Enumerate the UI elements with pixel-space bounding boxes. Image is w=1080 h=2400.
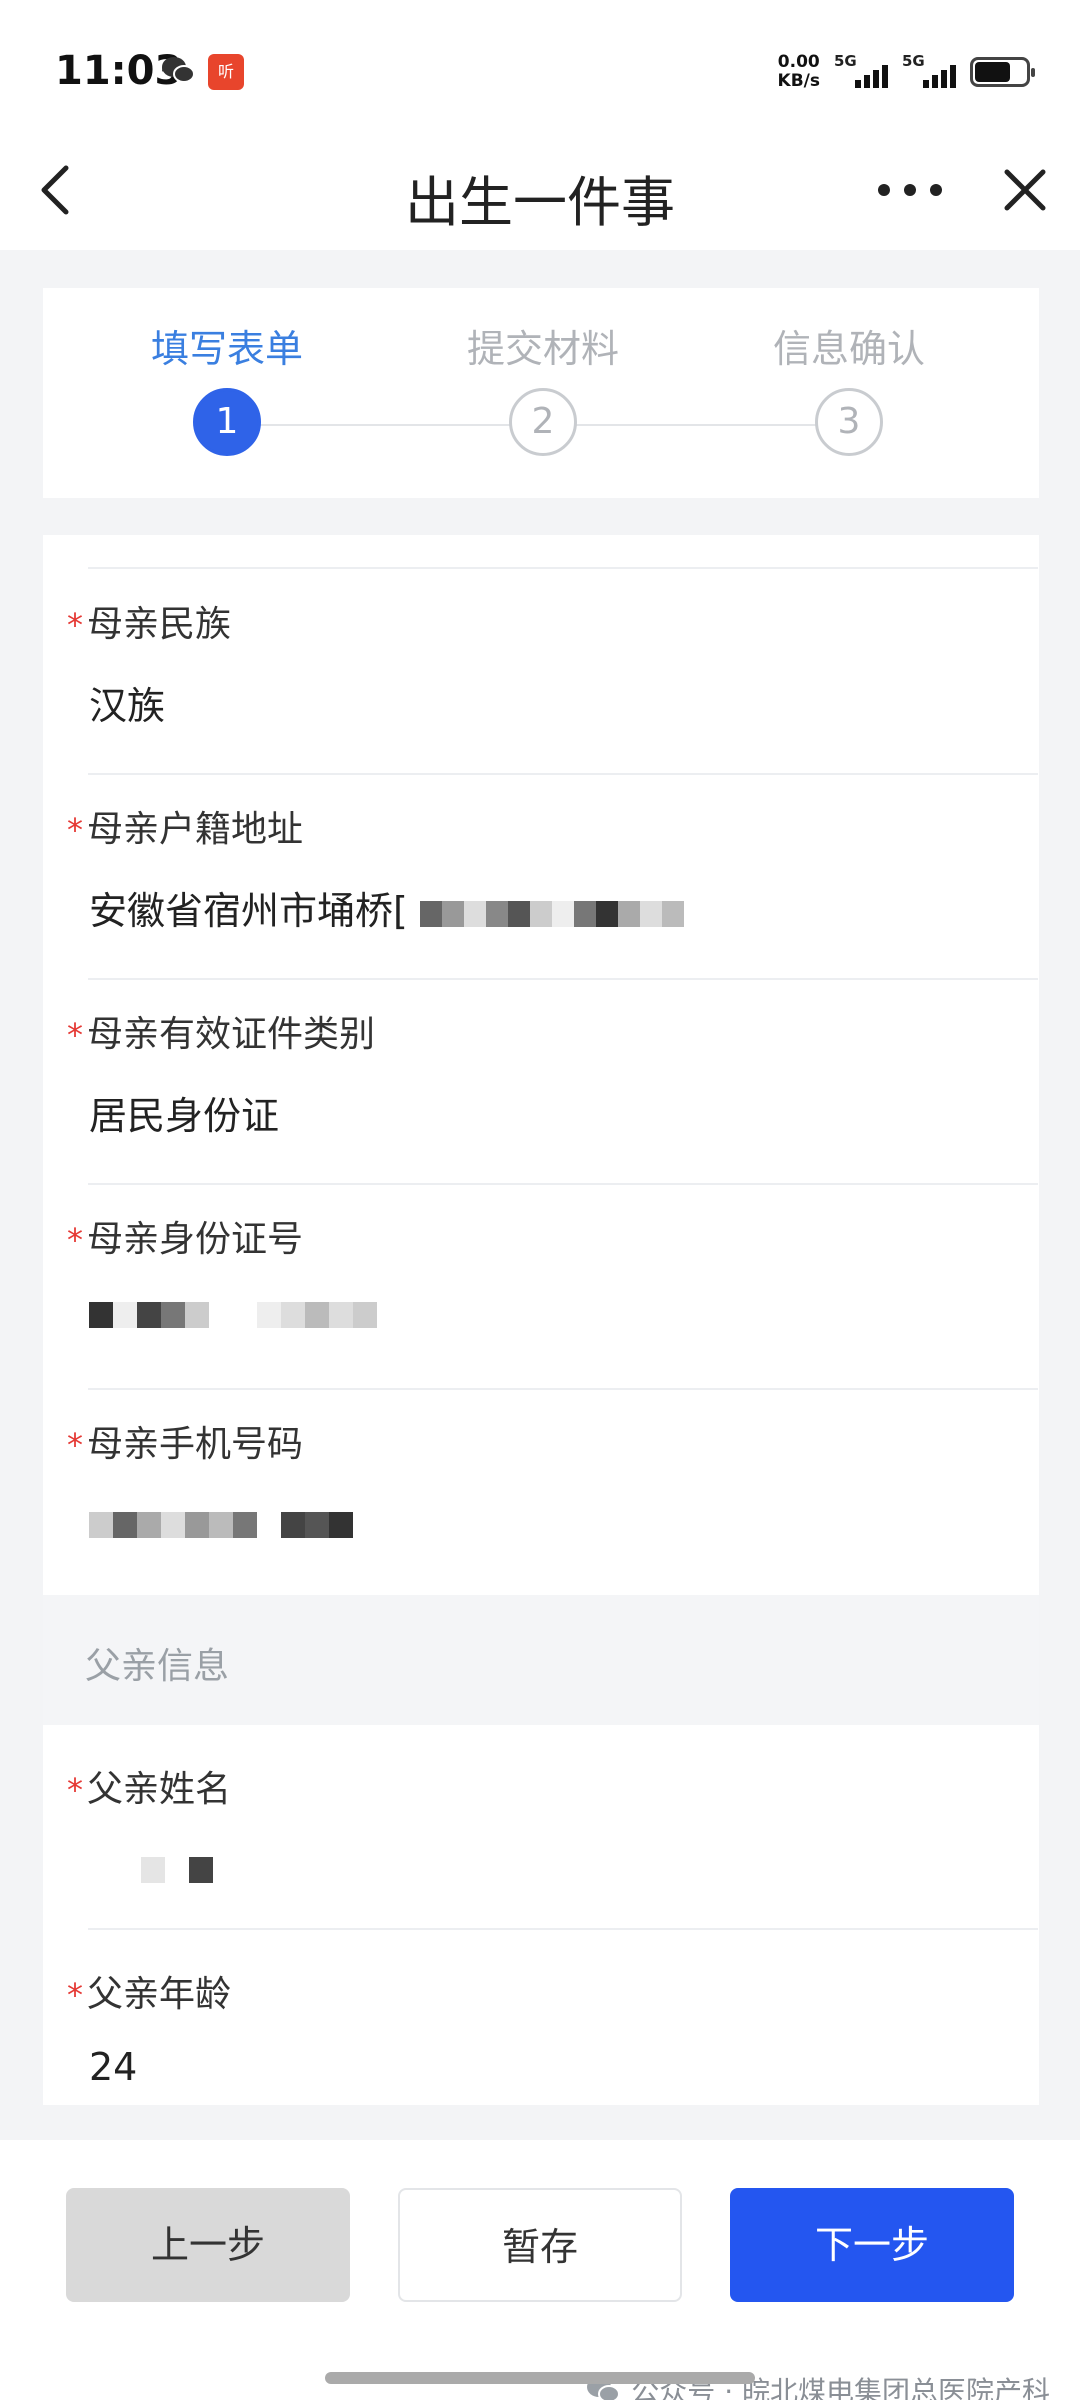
required-mark: * bbox=[67, 1426, 83, 1464]
status-indicators: 0.00 KB/s 5G 5G bbox=[777, 52, 1035, 92]
field-value: 安徽省宿州市埇桥[ bbox=[89, 889, 408, 933]
field-father-age[interactable]: * 父亲年龄 24 bbox=[43, 1965, 1039, 2105]
field-label: 母亲有效证件类别 bbox=[87, 1014, 376, 1055]
bottom-action-bar: 上一步 暂存 下一步 公众号 · 皖北煤电集团总医院产科 bbox=[0, 2140, 1080, 2400]
field-value: 汉族 bbox=[89, 684, 166, 728]
step-number: 1 bbox=[193, 388, 261, 456]
divider bbox=[88, 567, 1038, 569]
field-label: 母亲手机号码 bbox=[87, 1424, 304, 1465]
required-mark: * bbox=[67, 811, 83, 849]
form-card: * 母亲民族 汉族 * 母亲户籍地址 安徽省宿州市埇桥[ * 母亲有效证件类别 居民身… bbox=[43, 535, 1039, 2105]
section-header-father: 父亲信息 bbox=[43, 1595, 1039, 1725]
field-mother-phone[interactable]: * 母亲手机号码 bbox=[43, 1415, 1039, 1555]
step-fill-form: 填写表单 1 bbox=[107, 318, 347, 456]
field-value: 居民身份证 bbox=[89, 1094, 280, 1138]
close-icon[interactable] bbox=[995, 160, 1055, 220]
app-notification-icon: 听 bbox=[208, 54, 244, 90]
redacted-mosaic bbox=[419, 892, 684, 936]
next-step-button[interactable]: 下一步 bbox=[730, 2188, 1014, 2302]
network-speed: 0.00 KB/s bbox=[777, 52, 820, 91]
steps-progress: 填写表单 1 提交材料 2 信息确认 3 bbox=[43, 288, 1039, 498]
required-mark: * bbox=[67, 1016, 83, 1054]
home-indicator[interactable] bbox=[325, 2372, 755, 2384]
field-label: 母亲身份证号 bbox=[87, 1219, 304, 1260]
wechat-icon bbox=[162, 57, 195, 83]
field-label: 父亲年龄 bbox=[87, 1974, 232, 2015]
divider bbox=[88, 978, 1038, 980]
section-title: 父亲信息 bbox=[85, 1646, 230, 1687]
divider bbox=[88, 773, 1038, 775]
signal-5g-icon: 5G bbox=[834, 52, 888, 92]
redacted-mosaic bbox=[89, 1503, 353, 1547]
step-confirm-info: 信息确认 3 bbox=[729, 318, 969, 456]
more-icon[interactable] bbox=[870, 160, 950, 220]
status-bar: 11:03 听 0.00 KB/s 5G 5G bbox=[0, 0, 1080, 130]
field-mother-id-number[interactable]: * 母亲身份证号 bbox=[43, 1210, 1039, 1350]
step-submit-materials: 提交材料 2 bbox=[423, 318, 663, 456]
redacted-mosaic bbox=[89, 1293, 377, 1337]
field-value: 24 bbox=[89, 2045, 138, 2089]
save-draft-button[interactable]: 暂存 bbox=[398, 2188, 682, 2302]
field-father-name[interactable]: * 父亲姓名 bbox=[43, 1760, 1039, 1900]
divider bbox=[88, 1388, 1038, 1390]
battery-icon bbox=[970, 57, 1035, 87]
required-mark: * bbox=[67, 606, 83, 644]
divider bbox=[88, 1928, 1038, 1930]
field-mother-id-type[interactable]: * 母亲有效证件类别 居民身份证 bbox=[43, 1005, 1039, 1145]
divider bbox=[88, 1183, 1038, 1185]
step-number: 2 bbox=[509, 388, 577, 456]
field-label: 母亲民族 bbox=[87, 604, 232, 645]
redacted-mosaic bbox=[141, 1848, 213, 1892]
field-label: 母亲户籍地址 bbox=[87, 809, 304, 850]
signal-5g-icon: 5G bbox=[902, 52, 956, 92]
required-mark: * bbox=[67, 1976, 83, 2014]
nav-bar: 出生一件事 bbox=[0, 130, 1080, 250]
prev-step-button[interactable]: 上一步 bbox=[66, 2188, 350, 2302]
field-mother-address[interactable]: * 母亲户籍地址 安徽省宿州市埇桥[ bbox=[43, 800, 1039, 940]
field-label: 父亲姓名 bbox=[87, 1769, 232, 1810]
required-mark: * bbox=[67, 1771, 83, 1809]
required-mark: * bbox=[67, 1221, 83, 1259]
step-number: 3 bbox=[815, 388, 883, 456]
field-mother-ethnicity[interactable]: * 母亲民族 汉族 bbox=[43, 595, 1039, 735]
